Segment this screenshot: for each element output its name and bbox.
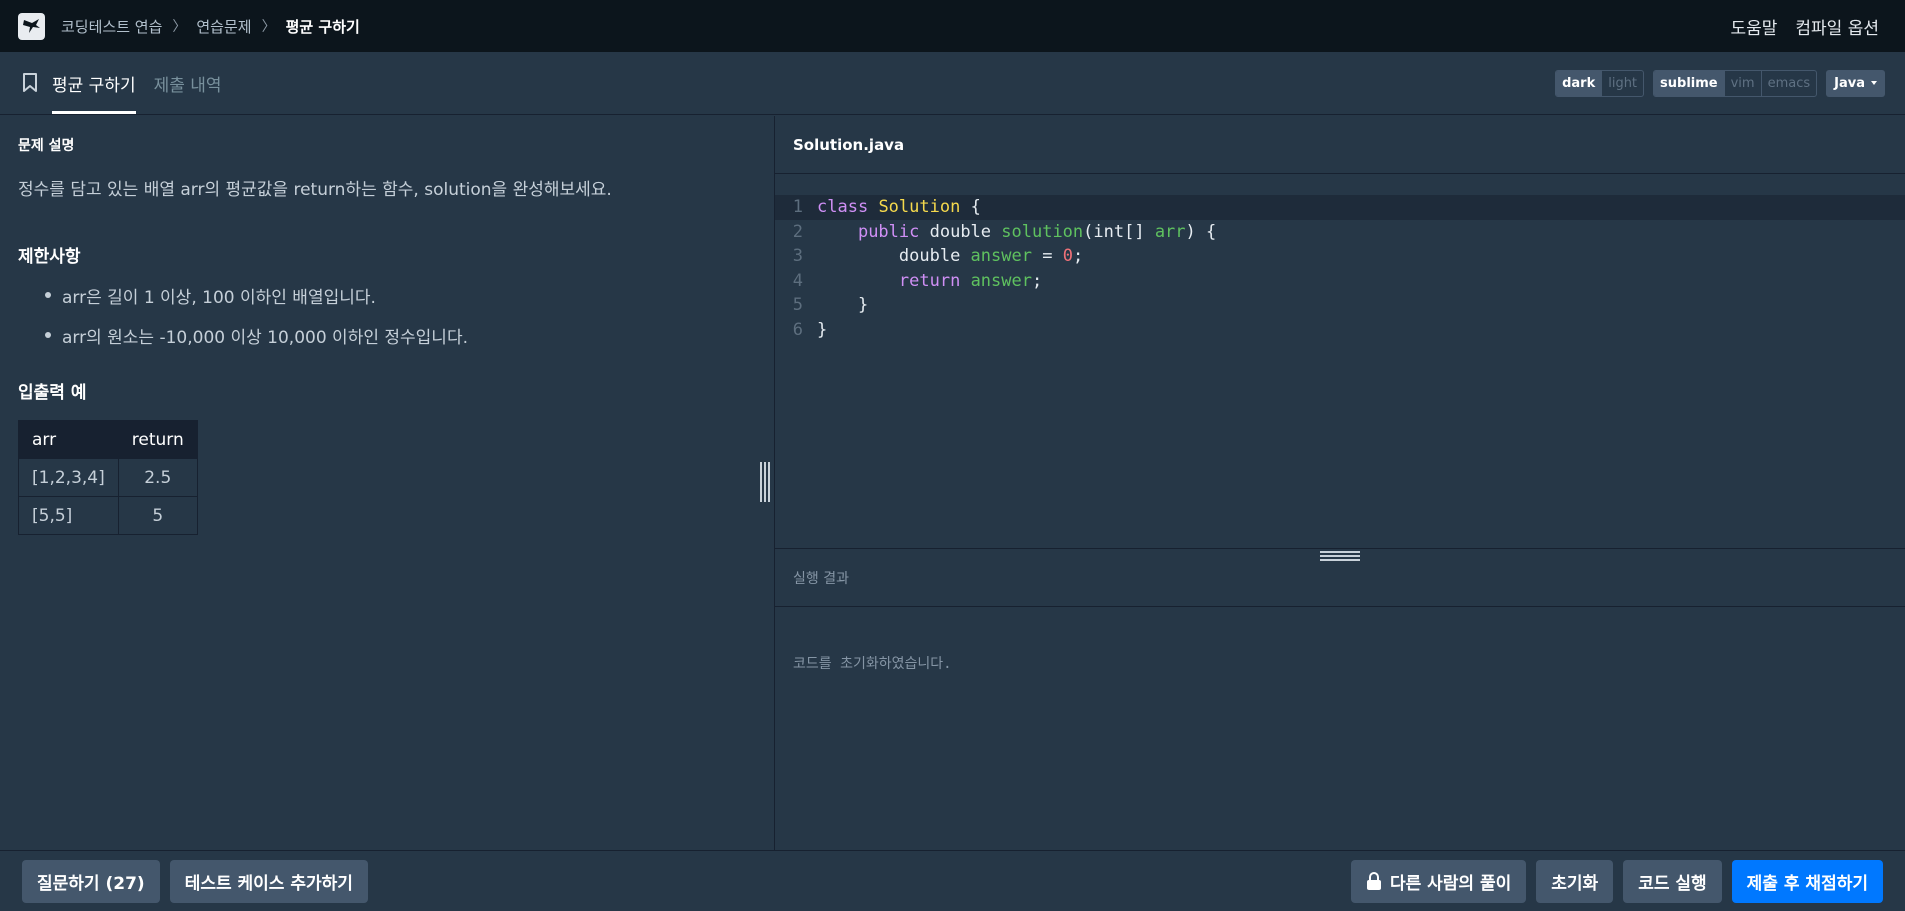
tab-bar: 평균 구하기 제출 내역 dark light sublime vim emac… <box>0 52 1905 115</box>
submit-button[interactable]: 제출 후 채점하기 <box>1731 859 1883 903</box>
keymap-emacs-option[interactable]: emacs <box>1760 70 1817 96</box>
compile-options-link[interactable]: 컴파일 옵션 <box>1795 14 1879 39</box>
breadcrumb-coding-test[interactable]: 코딩테스트 연습 <box>61 16 162 37</box>
line-number: 1 <box>792 197 803 218</box>
reset-button[interactable]: 초기화 <box>1536 859 1614 903</box>
tab-submissions[interactable]: 제출 내역 <box>154 52 222 114</box>
run-code-button[interactable]: 코드 실행 <box>1623 859 1722 903</box>
bookmark-icon[interactable] <box>22 52 40 114</box>
code-line: 1 class Solution { <box>775 195 1905 220</box>
breadcrumb-practice[interactable]: 연습문제 <box>196 16 251 37</box>
language-dropdown[interactable]: Java <box>1826 69 1885 97</box>
code-line: 4 return answer; <box>775 269 1905 294</box>
code-token: (int[] <box>1083 221 1155 242</box>
caret-down-icon <box>1871 81 1877 85</box>
add-testcase-button[interactable]: 테스트 케이스 추가하기 <box>169 859 368 903</box>
theme-selector: dark light <box>1555 69 1645 97</box>
code-line: 2 public double solution(int[] arr) { <box>775 220 1905 245</box>
limits-list: arr은 길이 1 이상, 100 이하인 배열입니다. arr의 원소는 -1… <box>18 283 756 348</box>
table-cell: 5 <box>117 496 198 535</box>
line-number: 2 <box>792 221 803 242</box>
table-cell: [5,5] <box>18 496 119 535</box>
column-header-arr: arr <box>18 420 119 459</box>
keymap-selector: sublime vim emacs <box>1653 69 1818 97</box>
code-editor[interactable]: 1 class Solution { 2 public double solut… <box>775 175 1905 548</box>
help-link[interactable]: 도움말 <box>1730 14 1777 39</box>
chevron-right-icon: 〉 <box>172 19 187 35</box>
editor-filename: Solution.java <box>775 116 1905 174</box>
keymap-vim-option[interactable]: vim <box>1723 70 1761 96</box>
code-token: answer <box>970 270 1032 291</box>
others-solution-button[interactable]: 다른 사람의 풀이 <box>1350 859 1527 903</box>
line-number: 4 <box>792 270 803 291</box>
chevron-right-icon: 〉 <box>261 19 276 35</box>
table-row: [1,2,3,4] 2.5 <box>18 458 198 497</box>
keymap-sublime-option[interactable]: sublime <box>1654 70 1724 96</box>
io-heading: 입출력 예 <box>18 383 87 403</box>
code-token: ) { <box>1185 221 1217 242</box>
table-header-row: arr return <box>18 420 198 459</box>
code-line: 3 double answer = 0; <box>775 244 1905 269</box>
ask-question-button[interactable]: 질문하기 (27) <box>22 859 160 903</box>
theme-dark-option[interactable]: dark <box>1556 70 1602 96</box>
code-token: answer <box>970 246 1032 267</box>
code-token: ; <box>1031 270 1043 291</box>
code-token: double <box>919 221 1002 242</box>
io-example-table: arr return [1,2,3,4] 2.5 [5,5] 5 <box>18 420 198 535</box>
result-output: 코드를 초기화하였습니다. <box>793 656 952 672</box>
code-token: } <box>817 319 828 340</box>
line-number: 3 <box>792 246 803 267</box>
code-token: class <box>817 197 869 218</box>
programmers-logo-icon[interactable] <box>18 12 45 40</box>
lock-icon <box>1366 872 1382 890</box>
theme-light-option[interactable]: light <box>1601 70 1643 96</box>
code-token: double <box>898 246 971 267</box>
table-row: [5,5] 5 <box>18 496 198 535</box>
line-number: 5 <box>792 295 803 316</box>
problem-description: 정수를 담고 있는 배열 arr의 평균값을 return하는 함수, solu… <box>18 180 612 200</box>
language-label: Java <box>1834 75 1865 91</box>
breadcrumb: 코딩테스트 연습 〉 연습문제 〉 평균 구하기 <box>61 16 360 37</box>
limit-item: arr의 원소는 -10,000 이상 10,000 이하인 정수입니다. <box>45 323 756 348</box>
line-number: 6 <box>792 319 803 340</box>
code-token: return <box>898 270 961 291</box>
code-token: Solution <box>878 197 961 218</box>
table-cell: [1,2,3,4] <box>18 458 119 497</box>
problem-panel: 문제 설명 정수를 담고 있는 배열 arr의 평균값을 return하는 함수… <box>0 116 774 850</box>
code-token: arr <box>1154 221 1186 242</box>
code-line: 5 } <box>775 293 1905 318</box>
code-token: } <box>817 295 869 316</box>
result-heading: 실행 결과 <box>775 549 1905 607</box>
code-token: = <box>1031 246 1063 267</box>
vertical-resize-handle[interactable] <box>760 462 770 502</box>
limit-item: arr은 길이 1 이상, 100 이하인 배열입니다. <box>45 283 756 308</box>
code-token: { <box>960 197 981 218</box>
breadcrumb-current: 평균 구하기 <box>285 17 360 36</box>
description-heading: 문제 설명 <box>18 138 75 154</box>
top-navigation: 코딩테스트 연습 〉 연습문제 〉 평균 구하기 도움말 컴파일 옵션 <box>0 0 1905 52</box>
tab-problem[interactable]: 평균 구하기 <box>52 52 136 114</box>
limits-heading: 제한사항 <box>18 247 81 267</box>
code-token: ; <box>1072 246 1084 267</box>
bottom-action-bar: 질문하기 (27) 테스트 케이스 추가하기 다른 사람의 풀이 초기화 코드 … <box>0 850 1905 911</box>
code-token: public <box>857 221 920 242</box>
table-cell: 2.5 <box>117 458 198 497</box>
others-solution-label: 다른 사람의 풀이 <box>1389 873 1512 894</box>
code-token: solution <box>1001 221 1084 242</box>
code-token: 0 <box>1062 246 1073 267</box>
code-line: 6 } <box>775 318 1905 343</box>
column-header-return: return <box>117 420 198 459</box>
